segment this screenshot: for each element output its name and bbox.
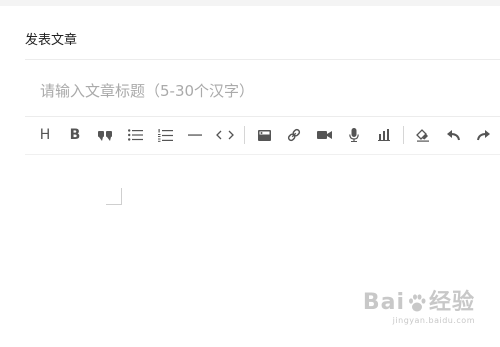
- article-title-input[interactable]: [40, 80, 480, 102]
- paw-icon: [408, 294, 426, 312]
- heading-icon: H: [39, 127, 51, 143]
- watermark-logo-text-b: 经验: [428, 290, 475, 315]
- bullet-list-icon: [127, 129, 143, 141]
- code-button[interactable]: [210, 124, 240, 146]
- top-bar: [0, 0, 500, 6]
- toolbar-separator: [244, 126, 245, 144]
- video-icon: [316, 131, 332, 139]
- header-divider: [25, 59, 500, 60]
- chart-button[interactable]: [369, 124, 399, 146]
- bold-button[interactable]: B: [60, 124, 90, 146]
- toolbar-divider: [25, 154, 500, 155]
- heading-button[interactable]: H: [30, 124, 60, 146]
- redo-icon: [476, 129, 490, 140]
- code-icon: [216, 130, 234, 140]
- editor-toolbar: H B: [30, 124, 500, 146]
- video-button[interactable]: [309, 124, 339, 146]
- horizontal-rule-button[interactable]: [180, 124, 210, 146]
- title-divider: [25, 116, 500, 117]
- link-icon: [287, 128, 301, 142]
- editor-body[interactable]: [25, 158, 500, 308]
- image-button[interactable]: [249, 124, 279, 146]
- audio-icon: [349, 128, 359, 142]
- cursor-corner-marker: [106, 188, 122, 205]
- image-icon: [257, 129, 271, 141]
- watermark-url: jingyan.baidu.com: [392, 316, 475, 325]
- bold-icon: B: [69, 127, 81, 143]
- watermark-logo-text-a: Bai: [362, 290, 405, 315]
- page-title: 发表文章: [25, 33, 78, 48]
- undo-icon: [446, 129, 460, 140]
- numbered-list-icon: [157, 128, 173, 142]
- numbered-list-button[interactable]: [150, 124, 180, 146]
- horizontal-rule-icon: [188, 134, 202, 136]
- eraser-button[interactable]: [408, 124, 438, 146]
- quote-button[interactable]: [90, 124, 120, 146]
- link-button[interactable]: [279, 124, 309, 146]
- undo-button[interactable]: [438, 124, 468, 146]
- audio-button[interactable]: [339, 124, 369, 146]
- chart-icon: [378, 129, 390, 141]
- toolbar-separator: [403, 126, 404, 144]
- bullet-list-button[interactable]: [120, 124, 150, 146]
- watermark-logo: Bai 经验: [363, 290, 475, 316]
- watermark: Bai 经验 jingyan.baidu.com: [363, 290, 475, 325]
- redo-button[interactable]: [468, 124, 498, 146]
- quote-icon: [98, 131, 112, 141]
- eraser-icon: [416, 128, 429, 142]
